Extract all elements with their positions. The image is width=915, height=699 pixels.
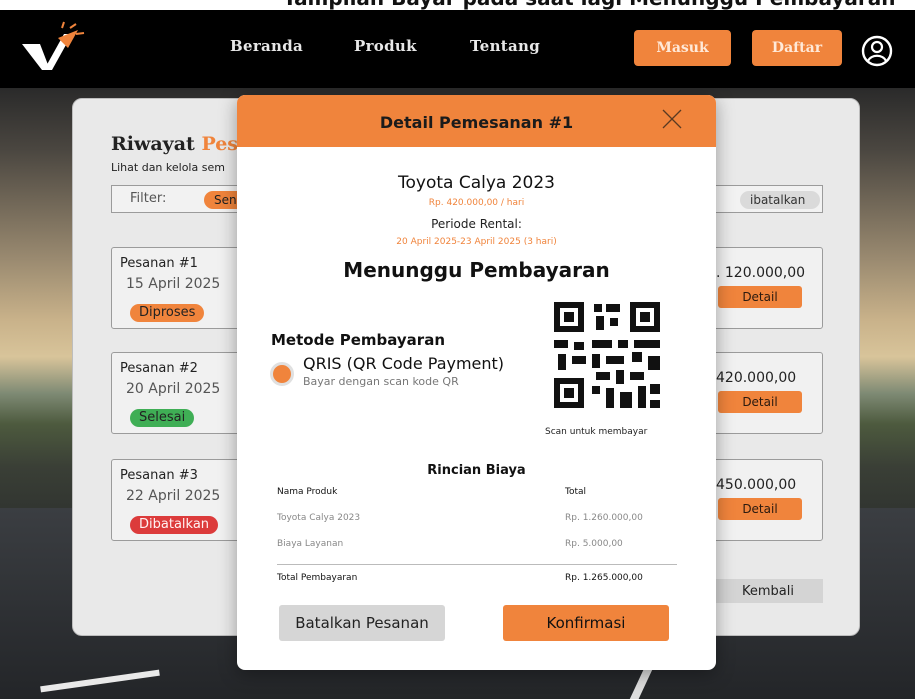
total-value: Rp. 1.265.000,00 [565, 573, 643, 583]
order-date: 15 April 2025 [126, 276, 221, 292]
detail-button[interactable]: Detail [718, 391, 802, 413]
rental-period-value: 20 April 2025-23 April 2025 (3 hari) [396, 237, 557, 247]
payment-radio[interactable] [270, 362, 294, 386]
rental-period-label: Periode Rental: [431, 217, 522, 231]
status-badge: Selesai [130, 409, 195, 427]
car-daily-price: Rp. 420.000,00 / hari [428, 198, 525, 208]
history-title: Riwayat Pes [111, 133, 238, 155]
nav-tentang[interactable]: Tentang [470, 37, 540, 55]
payment-method-name[interactable]: QRIS (QR Code Payment) [303, 354, 504, 373]
cost-row-label: Toyota Calya 2023 [277, 513, 361, 523]
history-subtitle: Lihat dan kelola sem [111, 161, 225, 174]
cost-header-value: Total [565, 487, 587, 497]
login-button[interactable]: Masuk [634, 30, 731, 66]
car-name: Toyota Calya 2023 [397, 173, 555, 193]
filter-chip-cancelled[interactable]: ibatalkan [740, 191, 820, 209]
qr-code-image [554, 302, 660, 408]
order-number: Pesanan #2 [120, 361, 198, 376]
cost-row-label: Biaya Layanan [277, 539, 344, 549]
modal-title: Detail Pemesanan #1 [379, 113, 574, 132]
qr-caption: Scan untuk membayar [545, 427, 648, 437]
navbar: Beranda Produk Tentang Masuk Daftar [0, 10, 915, 88]
cost-row-value: Rp. 5.000,00 [565, 539, 623, 549]
modal-header: Detail Pemesanan #1 [237, 95, 716, 147]
order-price: . 120.000,00 [716, 265, 806, 281]
cost-row-value: Rp. 1.260.000,00 [565, 513, 643, 523]
cancel-order-button[interactable]: Batalkan Pesanan [279, 605, 445, 641]
cost-header-label: Nama Produk [277, 487, 338, 497]
order-price: 450.000,00 [716, 477, 797, 493]
history-title-part1: Riwayat [111, 133, 195, 155]
status-badge: Diproses [130, 304, 205, 322]
caption-strip: Tampilan Bayar pada saat lagi Menunggu P… [0, 0, 915, 10]
order-detail-modal: Detail Pemesanan #1 Toyota Calya 2023 Rp… [237, 95, 716, 670]
back-button[interactable]: Kembali [713, 579, 823, 603]
order-price: 420.000,00 [716, 370, 797, 386]
order-number: Pesanan #1 [120, 256, 198, 271]
order-date: 20 April 2025 [126, 381, 221, 397]
payment-status: Menunggu Pembayaran [343, 258, 610, 282]
cost-breakdown-title: Rincian Biaya [427, 463, 526, 478]
close-icon[interactable] [661, 108, 683, 130]
order-date: 22 April 2025 [126, 488, 221, 504]
user-profile-icon[interactable] [860, 34, 894, 68]
payment-method-description: Bayar dengan scan kode QR [303, 375, 459, 388]
payment-method-title: Metode Pembayaran [271, 331, 446, 349]
caption-text: Tampilan Bayar pada saat lagi Menunggu P… [283, 0, 896, 10]
confirm-button[interactable]: Konfirmasi [503, 605, 669, 641]
order-number: Pesanan #3 [120, 468, 198, 483]
nav-produk[interactable]: Produk [354, 37, 417, 55]
register-button[interactable]: Daftar [752, 30, 842, 66]
total-label: Total Pembayaran [277, 573, 358, 583]
filter-label: Filter: [130, 191, 167, 206]
detail-button[interactable]: Detail [718, 498, 802, 520]
detail-button[interactable]: Detail [718, 286, 802, 308]
nav-beranda[interactable]: Beranda [230, 37, 303, 55]
brand-logo[interactable] [18, 20, 88, 80]
history-title-part2: Pes [201, 133, 238, 155]
status-badge: Dibatalkan [130, 516, 219, 534]
cost-divider [277, 564, 677, 565]
